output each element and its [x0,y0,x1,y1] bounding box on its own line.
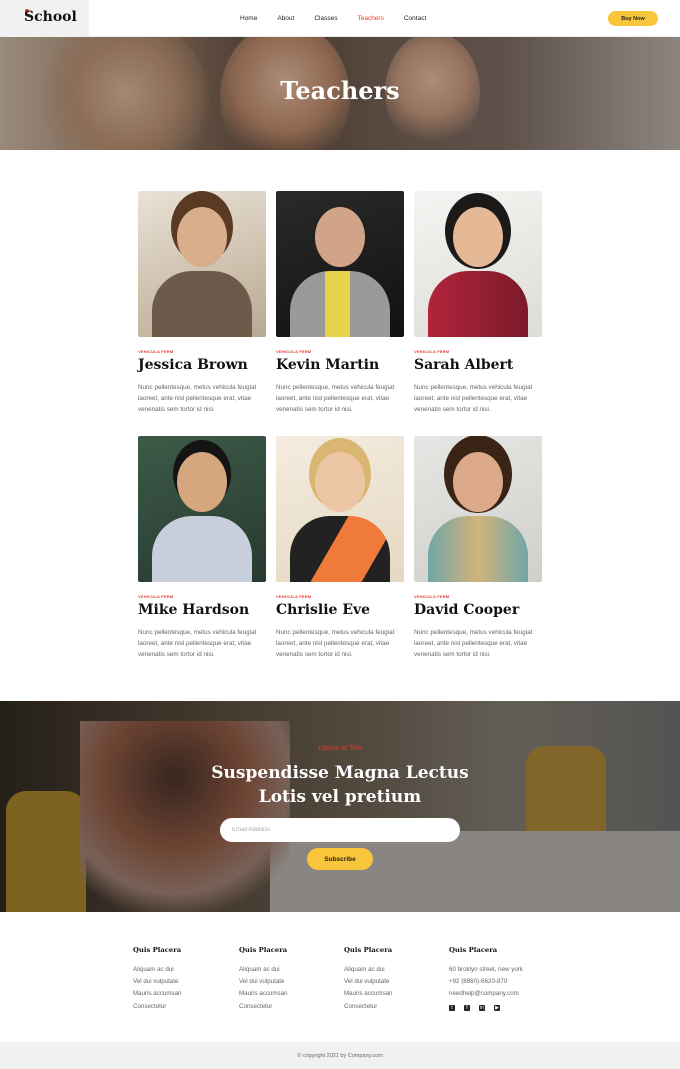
footer-link[interactable]: Vel dui vulputate [133,976,243,988]
teacher-photo[interactable] [138,191,266,337]
copyright-text: © copyright 2021 by Company.com [297,1052,383,1059]
site-header: School Home About Classes Teachers Conta… [0,0,680,37]
footer-link[interactable]: Mauris accumsan [133,988,243,1000]
twitter-icon[interactable]: t [449,1004,455,1011]
facebook-icon[interactable]: f [464,1004,470,1011]
footer-link[interactable]: Aliquam ac dui [344,964,454,976]
nav-home[interactable]: Home [240,15,257,22]
footer-link[interactable]: Consectetur [239,1001,349,1013]
teacher-card: VEHICULA FERM David Cooper Nunc pellente… [414,436,542,660]
nav-contact[interactable]: Contact [404,15,426,22]
teacher-description: Nunc pellentesque, metus vehicula feugia… [276,629,395,658]
teacher-name[interactable]: Sarah Albert [414,357,542,373]
footer-link[interactable]: Consectetur [344,1001,454,1013]
hero-banner: Teachers [0,37,680,150]
teacher-card: VEHICULA FERM Jessica Brown Nunc pellent… [138,191,266,415]
teacher-role: VEHICULA FERM [414,594,450,599]
footer-column: Quis Placera Aliquam ac dui Vel dui vulp… [344,946,454,1013]
footer-link[interactable]: Vel dui vulputate [344,976,454,988]
footer-column: Quis Placera Aliquam ac dui Vel dui vulp… [133,946,243,1013]
subscribe-kicker: Lbortis et Tolo [318,745,362,752]
subscribe-title: Suspendisse Magna Lectus Lotis vel preti… [0,761,680,809]
footer-heading: Quis Placera [449,946,498,954]
subscribe-button[interactable]: Subscribe [307,848,373,870]
subscribe-section: Lbortis et Tolo Suspendisse Magna Lectus… [0,701,680,912]
teacher-description: Nunc pellentesque, metus vehicula feugia… [414,629,533,658]
linkedin-icon[interactable]: in [479,1004,485,1011]
footer-heading: Quis Placera [344,946,393,954]
footer-heading: Quis Placera [133,946,182,954]
email-input[interactable] [220,818,460,842]
youtube-icon[interactable]: ▶ [494,1004,500,1011]
teacher-photo[interactable] [414,191,542,337]
page-title: Teachers [280,76,400,105]
teacher-name[interactable]: Chrislie Eve [276,602,404,618]
nav-teachers[interactable]: Teachers [357,15,383,22]
teacher-description: Nunc pellentesque, metus vehicula feugia… [138,384,257,413]
teacher-card: VEHICULA FERM Mike Hardson Nunc pellente… [138,436,266,660]
footer-link[interactable]: Vel dui vulputate [239,976,349,988]
footer-address: 60 broklyn street, new york [449,966,523,973]
teacher-role: VEHICULA FERM [138,349,174,354]
social-links: t f in ▶ [449,1004,569,1011]
teacher-role: VEHICULA FERM [138,594,174,599]
subscribe-title-line: Suspendisse Magna Lectus [211,763,469,783]
footer-heading: Quis Placera [239,946,288,954]
logo[interactable]: School [24,9,77,25]
teacher-card: VEHICULA FERM Sarah Albert Nunc pellente… [414,191,542,415]
teacher-card: VEHICULA FERM Chrislie Eve Nunc pellente… [276,436,404,660]
main-nav: Home About Classes Teachers Contact [240,0,446,37]
footer-link[interactable]: Mauris accumsan [344,988,454,1000]
footer-link[interactable]: Mauris accumsan [239,988,349,1000]
copyright-bar: © copyright 2021 by Company.com [0,1042,680,1069]
teacher-name[interactable]: Jessica Brown [138,357,266,373]
teacher-photo[interactable] [138,436,266,582]
nav-classes[interactable]: Classes [314,15,337,22]
teacher-photo[interactable] [414,436,542,582]
footer-contact-column: Quis Placera 60 broklyn street, new york… [449,946,569,1011]
footer-column: Quis Placera Aliquam ac dui Vel dui vulp… [239,946,349,1013]
teacher-name[interactable]: Mike Hardson [138,602,266,618]
footer-link[interactable]: Aliquam ac dui [239,964,349,976]
footer-phone[interactable]: +92 (8860)-6620-870 [449,976,569,988]
buy-now-button[interactable]: Buy Now [608,11,658,26]
teacher-description: Nunc pellentesque, metus vehicula feugia… [138,629,257,658]
footer-link[interactable]: Aliquam ac dui [133,964,243,976]
footer-email[interactable]: needhelp@company.com [449,988,569,1000]
teacher-name[interactable]: Kevin Martin [276,357,404,373]
teacher-photo[interactable] [276,436,404,582]
teacher-name[interactable]: David Cooper [414,602,542,618]
teacher-role: VEHICULA FERM [276,349,312,354]
nav-about[interactable]: About [277,15,294,22]
teacher-card: VEHICULA FERM Kevin Martin Nunc pellente… [276,191,404,415]
subscribe-title-line: Lotis vel pretium [258,787,422,807]
teacher-description: Nunc pellentesque, metus vehicula feugia… [414,384,533,413]
teacher-photo[interactable] [276,191,404,337]
teacher-role: VEHICULA FERM [414,349,450,354]
teacher-role: VEHICULA FERM [276,594,312,599]
footer-link[interactable]: Consectetur [133,1001,243,1013]
teacher-description: Nunc pellentesque, metus vehicula feugia… [276,384,395,413]
